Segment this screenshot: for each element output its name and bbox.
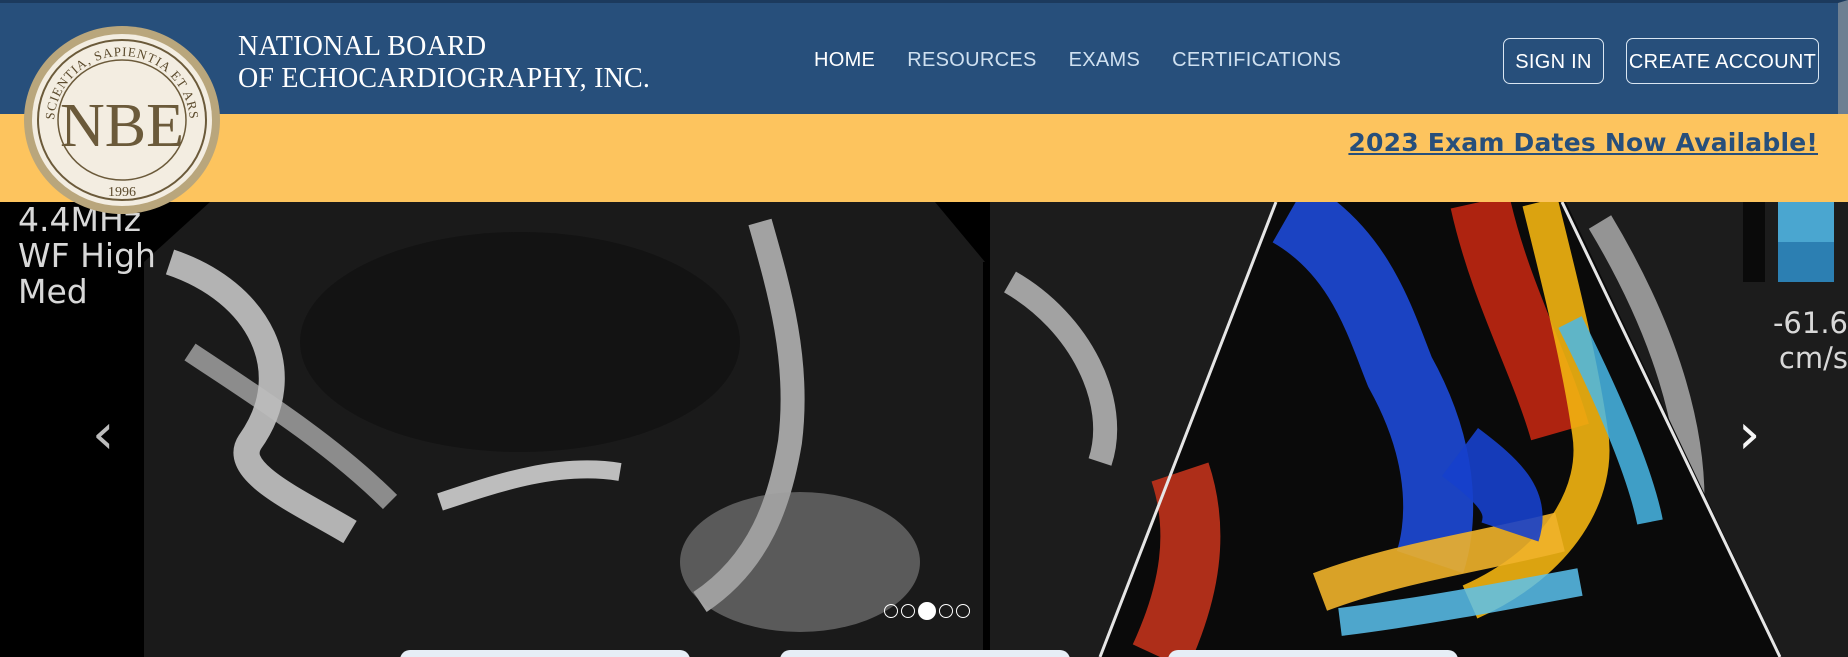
- card-top-2: [780, 650, 1070, 657]
- carousel-prev-arrow-icon[interactable]: ‹: [92, 407, 114, 463]
- carousel-dot-5[interactable]: [956, 604, 970, 618]
- settings-line-3: Med: [18, 272, 88, 311]
- main-menu: HOME RESOURCES EXAMS CERTIFICATIONS: [814, 49, 1341, 72]
- announcement-banner: 2023 Exam Dates Now Available!: [0, 114, 1848, 202]
- carousel-dot-2[interactable]: [901, 604, 915, 618]
- carousel-indicators: [884, 602, 970, 620]
- hero-carousel: 4.4MHz WF High Med -61.6 cm/s ‹ ›: [0, 202, 1848, 657]
- settings-line-2: WF High: [18, 236, 156, 275]
- top-navbar: NATIONAL BOARD OF ECHOCARDIOGRAPHY, INC.…: [0, 0, 1848, 114]
- carousel-next-arrow-icon[interactable]: ›: [1738, 407, 1760, 463]
- nav-home[interactable]: HOME: [814, 49, 875, 72]
- brand-name[interactable]: NATIONAL BOARD OF ECHOCARDIOGRAPHY, INC.: [238, 31, 650, 95]
- velocity-value: -61.6: [1772, 306, 1848, 340]
- ultrasound-settings-text: 4.4MHz WF High Med: [18, 202, 156, 310]
- velocity-unit: cm/s: [1778, 341, 1848, 375]
- card-tops: [0, 650, 1848, 657]
- velocity-scale-text: -61.6 cm/s: [1773, 306, 1848, 376]
- nbe-seal-logo[interactable]: SCIENTIA, SAPIENTIA ET ARS NBE 1996: [22, 24, 222, 216]
- nav-resources[interactable]: RESOURCES: [907, 49, 1036, 72]
- exam-dates-link[interactable]: 2023 Exam Dates Now Available!: [1348, 128, 1818, 157]
- brand-line-1: NATIONAL BOARD: [238, 31, 487, 62]
- carousel-dot-1[interactable]: [884, 604, 898, 618]
- create-account-button[interactable]: CREATE ACCOUNT: [1626, 38, 1819, 84]
- carousel-dot-4[interactable]: [939, 604, 953, 618]
- logo-year: 1996: [108, 185, 136, 200]
- brand-line-2: OF ECHOCARDIOGRAPHY, INC.: [238, 63, 651, 94]
- card-top-1: [400, 650, 690, 657]
- logo-letters: NBE: [60, 92, 184, 160]
- nav-exams[interactable]: EXAMS: [1069, 49, 1141, 72]
- nav-certifications[interactable]: CERTIFICATIONS: [1172, 49, 1341, 72]
- echocardiogram-image: [0, 202, 1848, 657]
- sign-in-button[interactable]: SIGN IN: [1503, 38, 1604, 84]
- carousel-dot-3[interactable]: [918, 602, 936, 620]
- card-top-3: [1168, 650, 1458, 657]
